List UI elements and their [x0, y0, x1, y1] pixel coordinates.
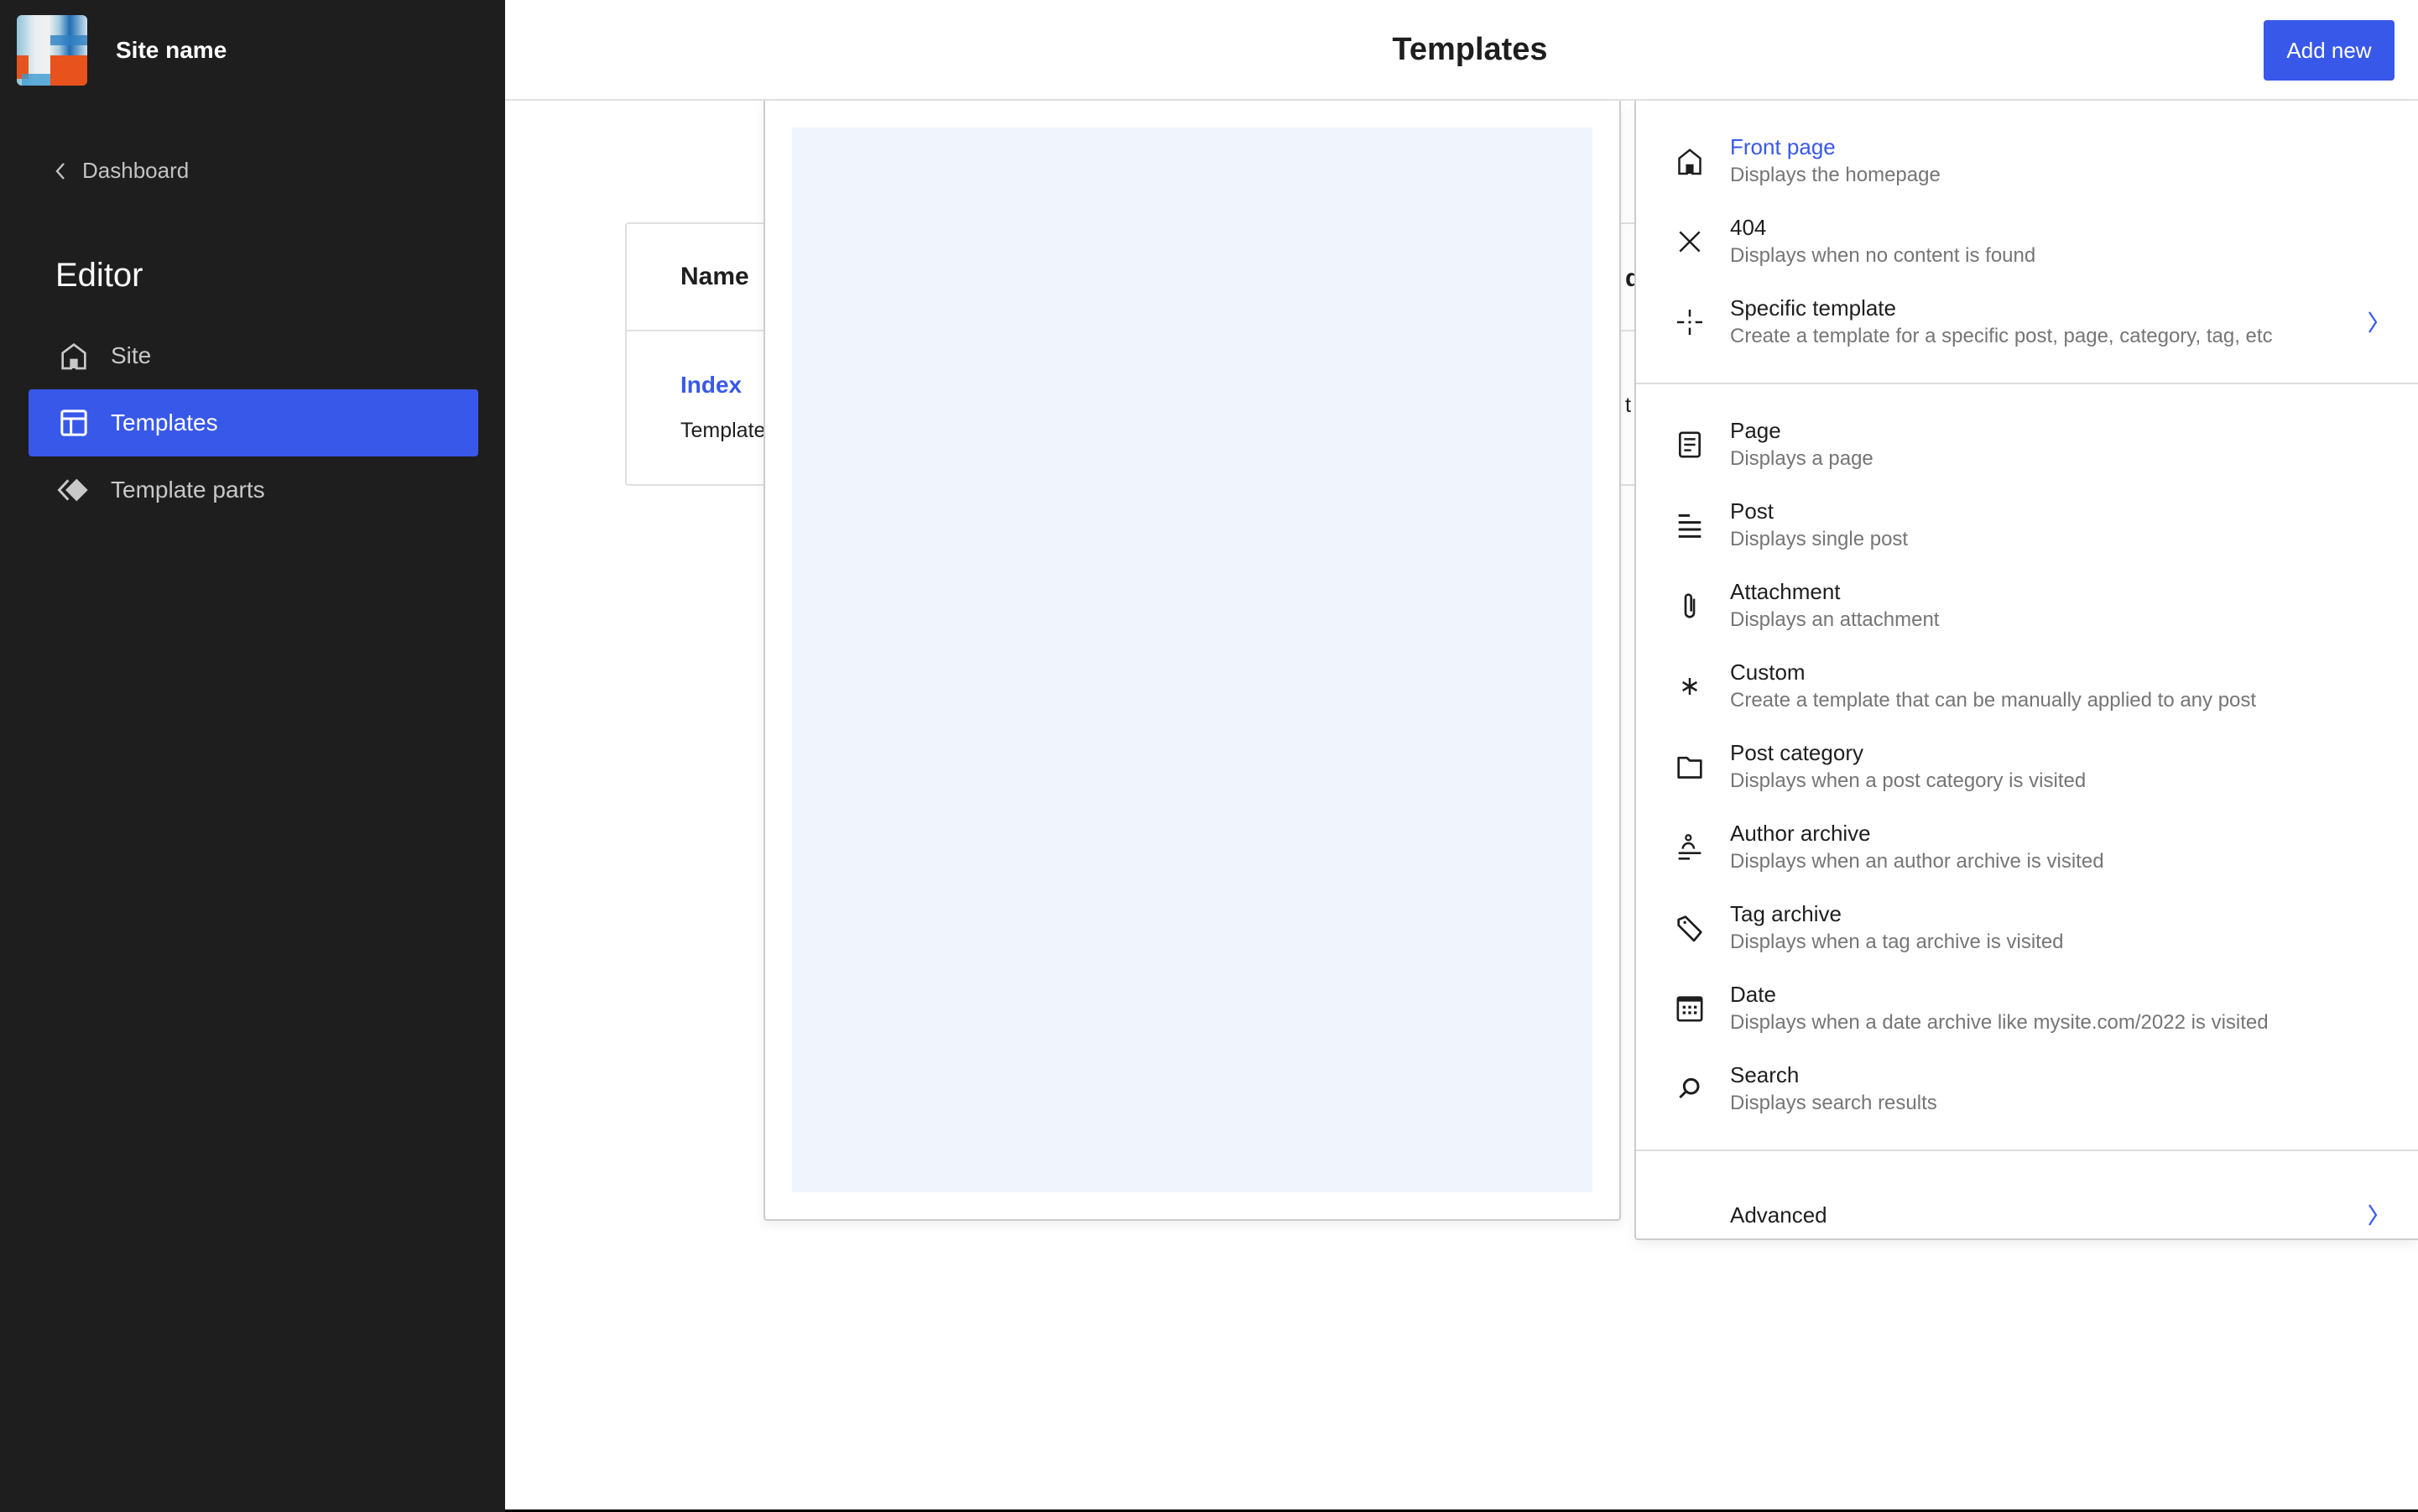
menu-item-attachment[interactable]: Attachment Displays an attachment	[1636, 566, 2418, 646]
menu-item-label: Tag archive	[1730, 901, 1842, 926]
menu-item-description: Displays when no content is found	[1730, 244, 2036, 267]
menu-item-label: Author archive	[1730, 821, 1871, 846]
menu-item-label: Date	[1730, 982, 1776, 1007]
menu-item-date[interactable]: Date Displays when a date archive like my…	[1636, 968, 2418, 1049]
menu-item-description: Displays when a date archive like mysite…	[1730, 1011, 2269, 1034]
logo-detail	[22, 74, 50, 86]
chevron-right-icon	[2368, 311, 2378, 333]
menu-item-description: Displays when a post category is visited	[1730, 769, 2087, 792]
menu-group-primary: Front page Displays the homepage 404 Displ…	[1636, 101, 2418, 384]
menu-item-description: Displays a page	[1730, 447, 1873, 470]
menu-item-specific-template[interactable]: Specific template Create a template for a…	[1636, 282, 2418, 362]
logo-detail	[50, 55, 87, 86]
sidebar-item-template-parts[interactable]: Template parts	[29, 456, 478, 524]
menu-item-description: Displays single post	[1730, 528, 1909, 550]
menu-item-post-category[interactable]: Post category Displays when a post catego…	[1636, 727, 2418, 807]
menu-item-label: Post category	[1730, 740, 1863, 765]
site-header[interactable]: Site name	[17, 15, 227, 86]
menu-item-label: Page	[1730, 418, 1781, 443]
asterisk-icon	[1671, 668, 1708, 705]
menu-item-404[interactable]: 404 Displays when no content is found	[1636, 201, 2418, 282]
menu-item-page[interactable]: Page Displays a page	[1636, 404, 2418, 485]
menu-item-label: 404	[1730, 215, 1767, 240]
menu-item-post[interactable]: Post Displays single post	[1636, 485, 2418, 566]
template-preview-canvas	[792, 128, 1592, 1192]
chevron-left-icon	[55, 162, 65, 180]
page-title: Templates	[1392, 32, 1548, 67]
author-icon	[1671, 829, 1708, 866]
site-name: Site name	[116, 37, 227, 63]
add-template-menu: Front page Displays the homepage 404 Displ…	[1634, 101, 2418, 1240]
crosshair-icon	[1671, 304, 1708, 341]
template-description: Template	[680, 419, 766, 442]
menu-item-description: Create a template that can be manually a…	[1730, 689, 2257, 712]
template-column-value: t	[1625, 394, 1631, 417]
menu-item-label: Advanced	[1730, 1202, 1827, 1228]
menu-item-description: Displays when a tag archive is visited	[1730, 931, 2064, 953]
column-header-name: Name	[680, 263, 749, 290]
menu-item-description: Displays search results	[1730, 1092, 1937, 1114]
sidebar-item-templates[interactable]: Templates	[29, 389, 478, 456]
tag-icon	[1671, 910, 1708, 946]
home-icon	[1671, 143, 1708, 180]
back-link-label: Dashboard	[82, 158, 190, 183]
sidebar-item-label: Template parts	[111, 477, 265, 503]
menu-item-description: Displays the homepage	[1730, 164, 1941, 186]
template-preview-popover	[763, 101, 1621, 1221]
post-list-icon	[1671, 507, 1708, 544]
menu-item-label: Custom	[1730, 660, 1806, 685]
page-icon	[1671, 426, 1708, 463]
menu-item-description: Displays an attachment	[1730, 608, 1940, 631]
calendar-icon	[1671, 990, 1708, 1027]
menu-item-label: Specific template	[1730, 295, 1896, 321]
menu-item-advanced[interactable]: Advanced	[1636, 1175, 2418, 1255]
menu-item-tag-archive[interactable]: Tag archive Displays when a tag archive i…	[1636, 888, 2418, 968]
template-name-link[interactable]: Index	[680, 372, 742, 399]
logo-detail	[50, 35, 87, 45]
add-new-button[interactable]: Add new	[2264, 20, 2395, 81]
menu-group-types: Page Displays a page Post Displays single …	[1636, 384, 2418, 1151]
folder-icon	[1671, 748, 1708, 785]
sidebar-item-label: Templates	[111, 409, 218, 435]
menu-item-label: Front page	[1730, 134, 1836, 159]
menu-item-label: Search	[1730, 1062, 1800, 1087]
menu-item-description: Displays when an author archive is visit…	[1730, 850, 2104, 873]
menu-item-label: Post	[1730, 498, 1774, 524]
menu-group-advanced: Advanced	[1636, 1151, 2418, 1279]
menu-item-front-page[interactable]: Front page Displays the homepage	[1636, 121, 2418, 201]
sidebar-item-site[interactable]: Site	[29, 322, 478, 389]
sidebar: Site name Dashboard Editor Site Template…	[0, 0, 505, 1512]
page-header: Templates Add new	[505, 0, 2418, 101]
back-to-dashboard-link[interactable]: Dashboard	[52, 158, 189, 184]
home-icon	[61, 343, 86, 370]
sidebar-item-label: Site	[111, 342, 152, 368]
section-title: Editor	[55, 257, 143, 294]
menu-item-search[interactable]: Search Displays search results	[1636, 1049, 2418, 1129]
menu-item-author-archive[interactable]: Author archive Displays when an author ar…	[1636, 807, 2418, 888]
paperclip-icon	[1671, 587, 1708, 624]
close-icon	[1671, 223, 1708, 260]
menu-item-description: Create a template for a specific post, p…	[1730, 325, 2273, 347]
site-logo[interactable]	[17, 15, 87, 86]
menu-item-label: Attachment	[1730, 579, 1841, 604]
menu-item-custom[interactable]: Custom Create a template that can be manu…	[1636, 646, 2418, 727]
sidebar-nav: Site Templates Template parts	[29, 322, 478, 524]
search-icon	[1671, 1071, 1708, 1108]
chevron-right-icon	[2368, 1204, 2378, 1226]
symbol-filled-icon	[57, 478, 88, 502]
layout-icon	[60, 409, 87, 436]
